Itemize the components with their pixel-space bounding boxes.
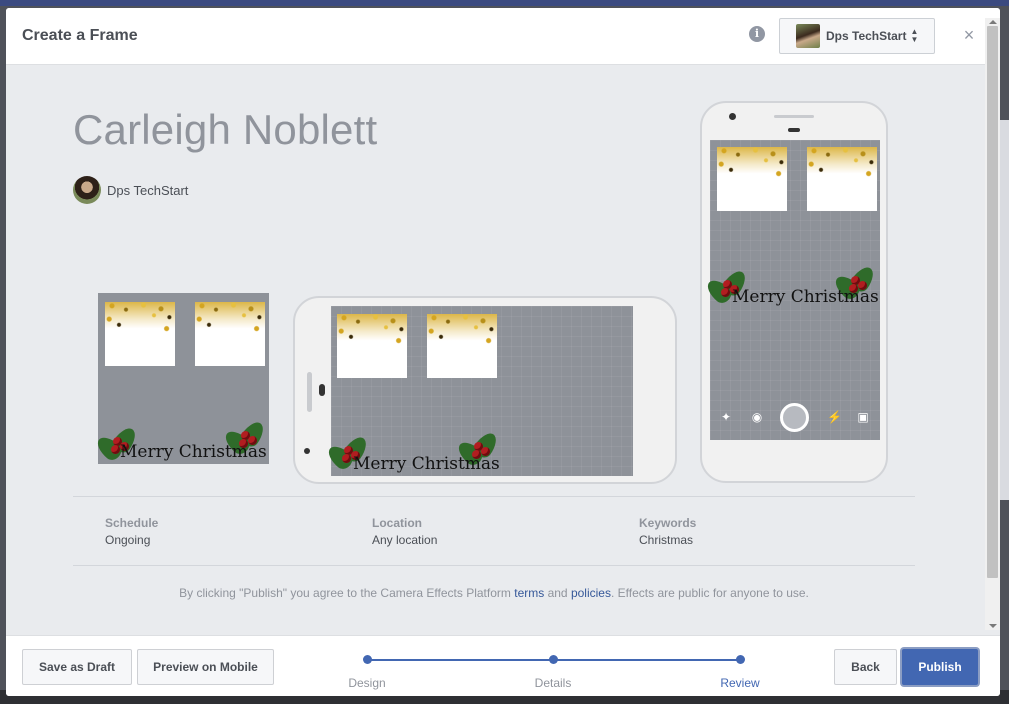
square-frame-preview: Merry Christmas [93,293,269,464]
detail-keywords: Keywords Christmas [639,516,696,547]
step-dot-review [736,655,745,664]
legal-and: and [547,586,568,600]
page-avatar [796,24,820,48]
gallery-icon: ▣ [857,410,869,424]
detail-label: Schedule [105,516,159,530]
detail-value: Any location [372,533,438,547]
page-selector-button[interactable]: Dps TechStart ▲ ▼ [779,18,935,54]
merry-christmas-text: Merry Christmas [732,287,879,307]
step-dot-details [549,655,558,664]
scroll-down-arrow-icon[interactable] [989,624,997,628]
terms-link[interactable]: terms [514,586,544,600]
glitter-photo-card [717,147,787,211]
glitter-photo-card [337,314,407,378]
phone-sensor [304,448,310,454]
dialog-header: Create a Frame i Dps TechStart ▲ ▼ × [6,8,1000,65]
publish-button[interactable]: Publish [902,649,978,685]
phone-earpiece [788,128,800,132]
landscape-phone-preview: Merry Christmas [293,296,677,484]
magic-wand-icon: ✦ [720,410,732,424]
page-selector-label: Dps TechStart [826,29,907,43]
detail-value: Ongoing [105,533,151,547]
backdrop-top-bar [0,0,1009,6]
detail-value: Christmas [639,533,694,547]
portrait-phone-preview: Merry Christmas ✦ ◉ ⚡ ▣ [700,101,888,483]
owner-avatar [73,176,101,204]
step-dot-design [363,655,372,664]
camera-toolbar: ✦ ◉ ⚡ ▣ [710,400,880,434]
close-icon[interactable]: × [962,26,976,44]
back-button[interactable]: Back [834,649,897,685]
policies-link[interactable]: policies [571,586,611,600]
detail-label: Keywords [639,516,697,530]
phone-camera [729,113,736,120]
glitter-photo-card [807,147,877,211]
scroll-up-arrow-icon[interactable] [989,20,997,24]
frame-owner: Dps TechStart [73,176,188,204]
legal-suffix: . Effects are public for anyone to use. [610,586,809,600]
phone-camera [319,384,325,396]
glitter-photo-card [105,302,175,366]
legal-notice: By clicking "Publish" you agree to the C… [6,586,982,600]
phone-speaker [307,372,312,412]
section-divider [73,565,915,566]
save-as-draft-button[interactable]: Save as Draft [22,649,132,685]
phone-speaker [774,115,814,118]
glitter-photo-card [427,314,497,378]
detail-location: Location Any location [372,516,437,547]
dialog-title: Create a Frame [22,27,138,44]
step-design[interactable]: Design [348,676,385,690]
sort-caret-icon: ▲ ▼ [910,27,919,44]
shutter-icon [780,403,809,432]
detail-schedule: Schedule Ongoing [105,516,158,547]
step-details[interactable]: Details [535,676,572,690]
frame-name-heading: Carleigh Noblett [73,106,378,153]
landscape-screen: Merry Christmas [324,306,633,476]
detail-label: Location [372,516,422,530]
legal-prefix: By clicking "Publish" you agree to the C… [179,586,511,600]
content-scrollbar[interactable] [985,18,1000,630]
dialog-footer: Save as Draft Preview on Mobile Design D… [6,635,1000,696]
flip-camera-icon: ◉ [751,410,763,424]
scrollbar-thumb[interactable] [987,26,998,578]
merry-christmas-text: Merry Christmas [353,454,500,474]
preview-on-mobile-button[interactable]: Preview on Mobile [137,649,274,685]
owner-name: Dps TechStart [107,182,189,198]
glitter-photo-card [195,302,265,366]
step-review[interactable]: Review [720,676,759,690]
create-frame-dialog: Create a Frame i Dps TechStart ▲ ▼ × Carl… [6,8,1000,696]
portrait-screen: Merry Christmas ✦ ◉ ⚡ ▣ [703,140,880,440]
section-divider [73,496,915,497]
merry-christmas-text: Merry Christmas [120,442,267,462]
progress-stepper: Design Details Review [346,650,766,690]
info-icon[interactable]: i [749,26,765,42]
flash-icon: ⚡ [827,410,842,424]
